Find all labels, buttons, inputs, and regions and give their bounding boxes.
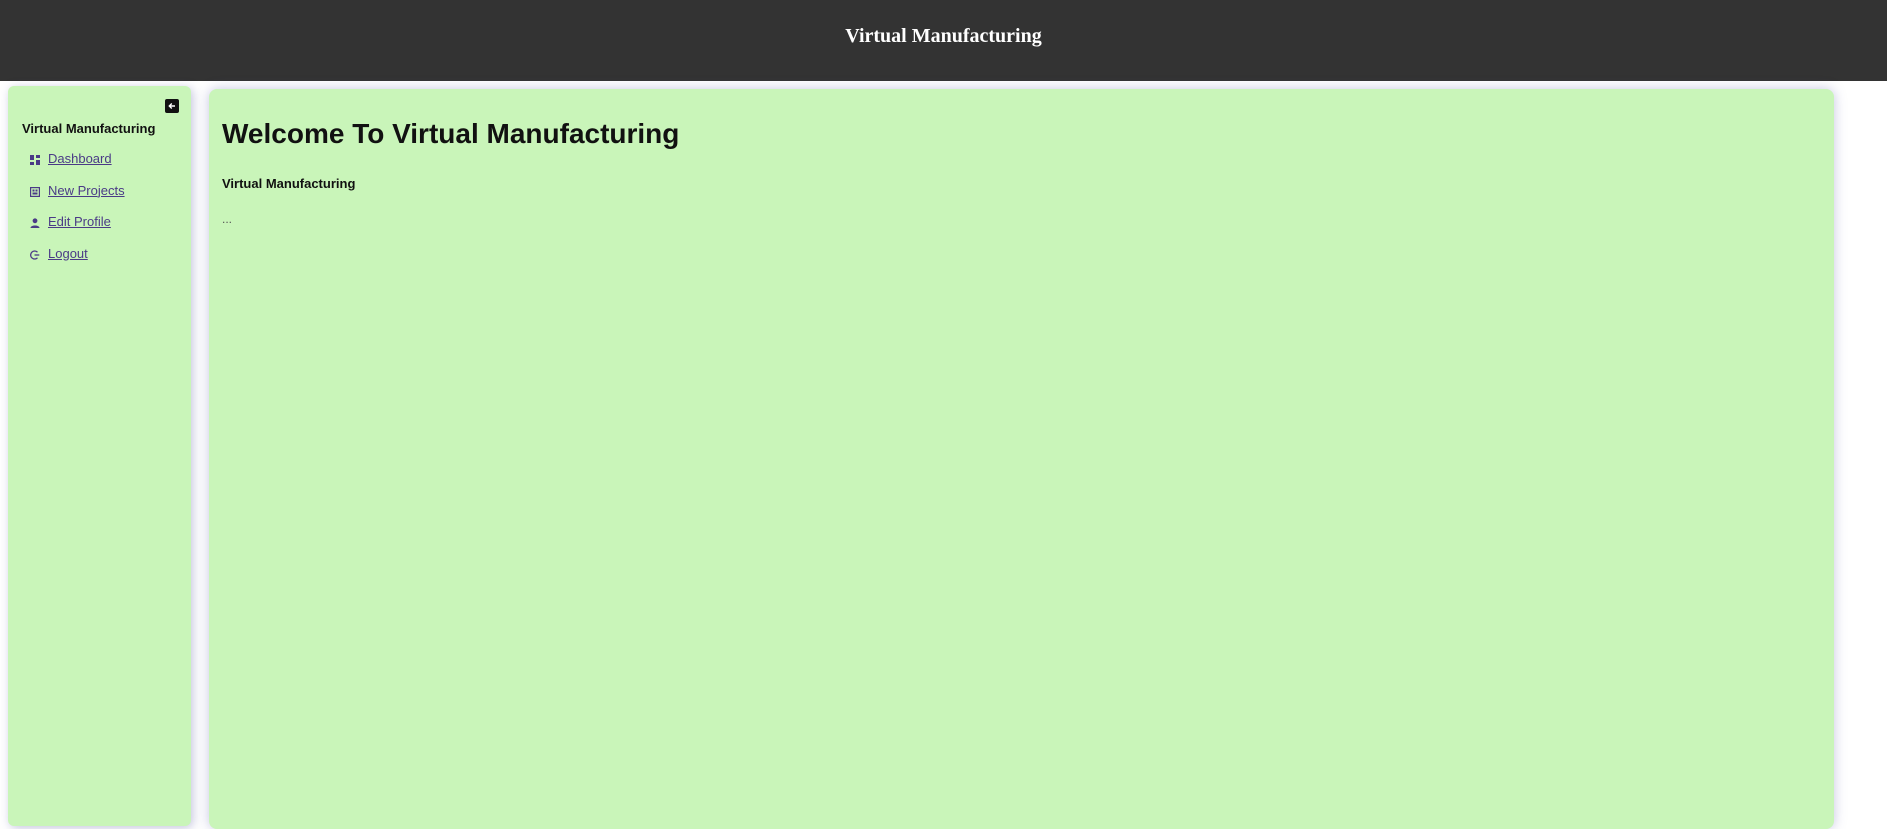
- projects-icon: [29, 186, 41, 198]
- sidebar-item-label[interactable]: Edit Profile: [48, 214, 111, 229]
- sidebar-item-new-projects[interactable]: New Projects: [29, 183, 125, 215]
- sidebar-item-logout[interactable]: Logout: [29, 246, 125, 278]
- sidebar-collapse-button[interactable]: [165, 99, 179, 113]
- sidebar-nav: Dashboard New Projects Edit Profile Logo…: [29, 151, 125, 277]
- arrow-left-icon: [168, 103, 175, 109]
- dashboard-icon: [29, 154, 41, 166]
- person-icon: [29, 217, 41, 229]
- main-content: Welcome To Virtual Manufacturing Virtual…: [209, 89, 1834, 829]
- page-body-text: ...: [222, 212, 233, 226]
- top-header: Virtual Manufacturing: [0, 0, 1887, 81]
- sidebar-item-label[interactable]: New Projects: [48, 183, 125, 198]
- sidebar-item-dashboard[interactable]: Dashboard: [29, 151, 125, 183]
- page-subtitle: Virtual Manufacturing: [222, 176, 356, 191]
- sidebar-title: Virtual Manufacturing: [22, 121, 156, 136]
- sidebar-item-edit-profile[interactable]: Edit Profile: [29, 214, 125, 246]
- sidebar-item-label[interactable]: Logout: [48, 246, 88, 261]
- sidebar: Virtual Manufacturing Dashboard New Proj…: [8, 86, 191, 826]
- logout-icon: [29, 249, 41, 261]
- header-title: Virtual Manufacturing: [845, 24, 1042, 47]
- page-title: Welcome To Virtual Manufacturing: [222, 118, 680, 149]
- sidebar-item-label[interactable]: Dashboard: [48, 151, 112, 166]
